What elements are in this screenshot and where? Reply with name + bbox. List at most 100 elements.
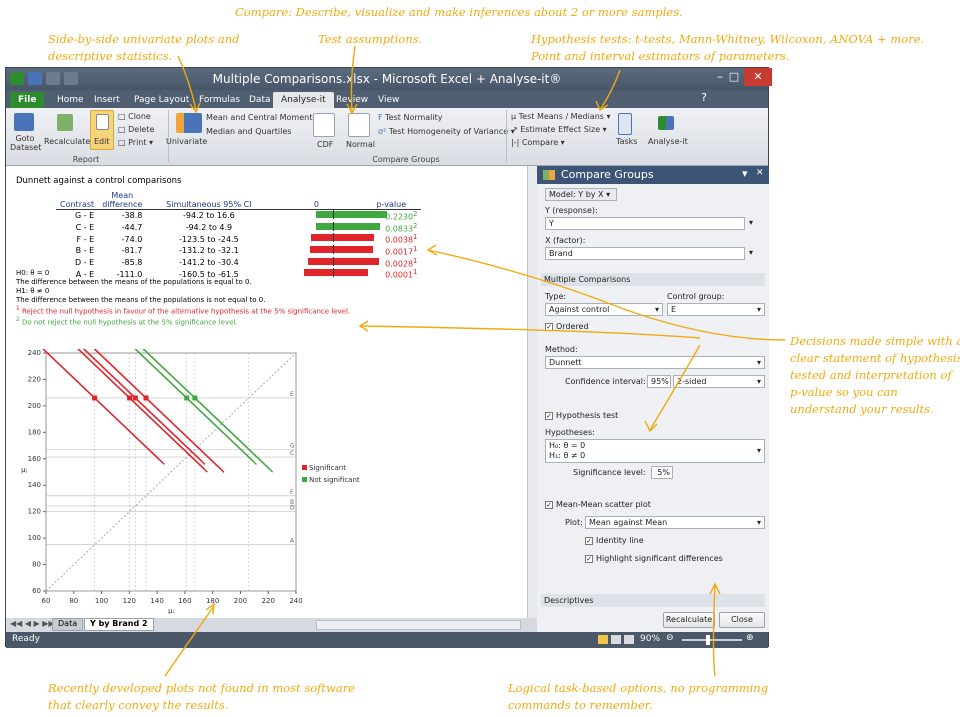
zoom-out-icon[interactable]: ⊖ [666,633,674,643]
sheet-tab-y-by-brand-2[interactable]: Y by Brand 2 [84,618,154,631]
hypotheses-dropdown[interactable]: H₀: θ = 0 H₁: θ ≠ 0 ▾ [545,439,765,463]
section-descriptives[interactable]: Descriptives [541,594,765,607]
test-homogeneity-button[interactable]: σ² Test Homogeneity of Variance ▾ [378,127,515,136]
tab-page-layout[interactable]: Page Layout [126,92,197,108]
print-button[interactable]: □ Print ▾ [118,138,153,147]
ci-bar [316,222,380,230]
recalculate-button[interactable]: Recalculate [663,612,715,628]
model-dropdown[interactable]: Model: Y by X ▾ [545,188,617,201]
data-point [143,395,149,401]
contrast-cell: B - E [75,246,95,256]
goto-dataset-button[interactable]: Goto Dataset [10,134,41,152]
univariate-button[interactable]: Univariate [166,137,207,146]
note-reject: 1 Reject the null hypothesis in favour o… [16,306,351,316]
y-response-field[interactable]: Y [545,217,745,230]
compare-button[interactable]: |-| Compare ▾ [511,138,565,147]
panel-close-icon[interactable]: ✕ [756,168,764,178]
test-means-button[interactable]: μ Test Means / Medians ▾ [511,112,611,121]
hypotheses-label: Hypotheses: [545,428,595,437]
analyse-it-button[interactable]: Analyse-it [648,137,688,146]
tasks-button[interactable]: Tasks [616,137,637,146]
clone-button[interactable]: □ Clone [118,112,151,121]
univariate-icon [176,113,202,133]
close-window-button[interactable]: ✕ [744,68,772,86]
x-tick-label: 180 [206,597,219,605]
diff-cell: -38.8 [121,211,143,221]
section-multiple-comparisons[interactable]: Multiple Comparisons [541,273,765,286]
identity-line-checkbox[interactable]: ✓ Identity line [585,536,644,545]
horizontal-scrollbar[interactable] [316,620,521,630]
highlight-sig-checkbox[interactable]: ✓ Highlight significant differences [585,554,723,563]
tab-analyse-it[interactable]: Analyse-it [273,92,334,108]
reference-label: D [290,504,295,511]
plot-dropdown[interactable]: Mean against Mean ▾ [585,516,765,529]
annotation-hypothesis: Hypothesis tests: t-tests, Mann-Whitney,… [531,32,925,63]
panel-menu-icon[interactable]: ▾ [742,167,748,180]
view-layout-icon[interactable] [611,635,621,644]
help-icon[interactable]: ? [696,89,712,107]
hypothesis-test-checkbox[interactable]: ✓ Hypothesis test [545,411,618,420]
x-factor-field[interactable]: Brand [545,247,745,260]
sheet-tabs: ◀◀ ◀ ▶ ▶▶ Data Y by Brand 2 [6,618,537,632]
recalculate-ribbon-button[interactable]: Recalculate [44,137,90,146]
tab-view[interactable]: View [370,92,407,108]
y-tick-label: 180 [28,428,41,436]
cdf-button[interactable]: CDF [317,140,333,149]
status-bar: Ready 90% ⊖ ⊕ [6,632,768,648]
delete-button[interactable]: □ Delete [118,125,154,134]
analyse-it-icon [658,116,674,130]
reference-label: F [290,489,294,496]
test-normality-button[interactable]: F Test Normality [378,113,443,122]
ci-level-field[interactable]: 95% [647,375,671,388]
zoom-in-icon[interactable]: ⊕ [746,633,754,643]
zoom-slider[interactable] [682,639,742,641]
median-quartiles-button[interactable]: Median and Quartiles [206,127,291,136]
vertical-scrollbar[interactable] [527,166,537,618]
sheet-nav-icons[interactable]: ◀◀ ◀ ▶ ▶▶ [10,619,55,628]
title-bar: Multiple Comparisons.xlsx - Microsoft Ex… [6,68,772,90]
y-tick-label: 160 [28,455,41,463]
y-options-icon[interactable]: ▾ [749,218,753,227]
status-ready: Ready [12,634,40,644]
data-point [192,395,198,401]
ci-cell: -94.2 to 4.9 [185,222,233,232]
ordered-checkbox[interactable]: ✓ Ordered [545,322,589,331]
x-tick-label: 120 [123,597,136,605]
estimate-effect-button[interactable]: ↗ Estimate Effect Size ▾ [511,125,607,134]
annotation-side-by-side: Side-by-side univariate plots and descrip… [48,32,240,63]
results-table: Mean Contrast difference Simultaneous 95… [56,191,422,280]
tab-formulas[interactable]: Formulas [191,92,248,108]
normal-button[interactable]: Normal [346,140,375,149]
mean-central-button[interactable]: Mean and Central Moments [206,113,317,122]
reference-label: C [290,450,294,457]
tab-insert[interactable]: Insert [86,92,128,108]
edit-icon [96,114,109,130]
table-row: B - E -81.7 -131.2 to -32.1 0.00171 [56,244,421,257]
method-dropdown[interactable]: Dunnett ▾ [545,356,765,369]
mean-mean-plot-checkbox[interactable]: ✓ Mean-Mean scatter plot [545,500,651,509]
annotation-plots: Recently developed plots not found in mo… [48,681,356,712]
plot-label: Plot: [565,518,583,527]
x-options-icon[interactable]: ▾ [749,248,753,257]
zoom-thumb[interactable] [706,635,710,645]
zoom-level[interactable]: 90% [640,634,660,644]
mean-mean-scatter-plot: 60 80 100 120 140 160 180 200 220 240 60 80 100 120 14… [21,349,360,614]
close-button[interactable]: Close [719,612,765,628]
type-dropdown[interactable]: Against control ▾ [545,303,663,316]
sheet-tab-data[interactable]: Data [52,618,84,631]
ci-cell: -131.2 to -32.1 [179,246,239,256]
ci-bar [316,211,388,218]
tab-review[interactable]: Review [328,92,376,108]
control-group-dropdown[interactable]: E ▾ [667,303,765,316]
x-axis-label: μᵢ [168,607,174,614]
significance-field[interactable]: 5% [651,466,673,479]
ci-bar [307,257,379,265]
contrast-cell: F - E [76,234,95,244]
data-point [132,395,138,401]
data-point [184,395,190,401]
ci-sided-dropdown[interactable]: 2-sided ▾ [673,375,765,388]
view-normal-icon[interactable] [598,635,608,644]
view-pagebreak-icon[interactable] [624,635,634,644]
tab-file[interactable]: File [10,92,45,108]
x-tick-label: 220 [262,597,275,605]
